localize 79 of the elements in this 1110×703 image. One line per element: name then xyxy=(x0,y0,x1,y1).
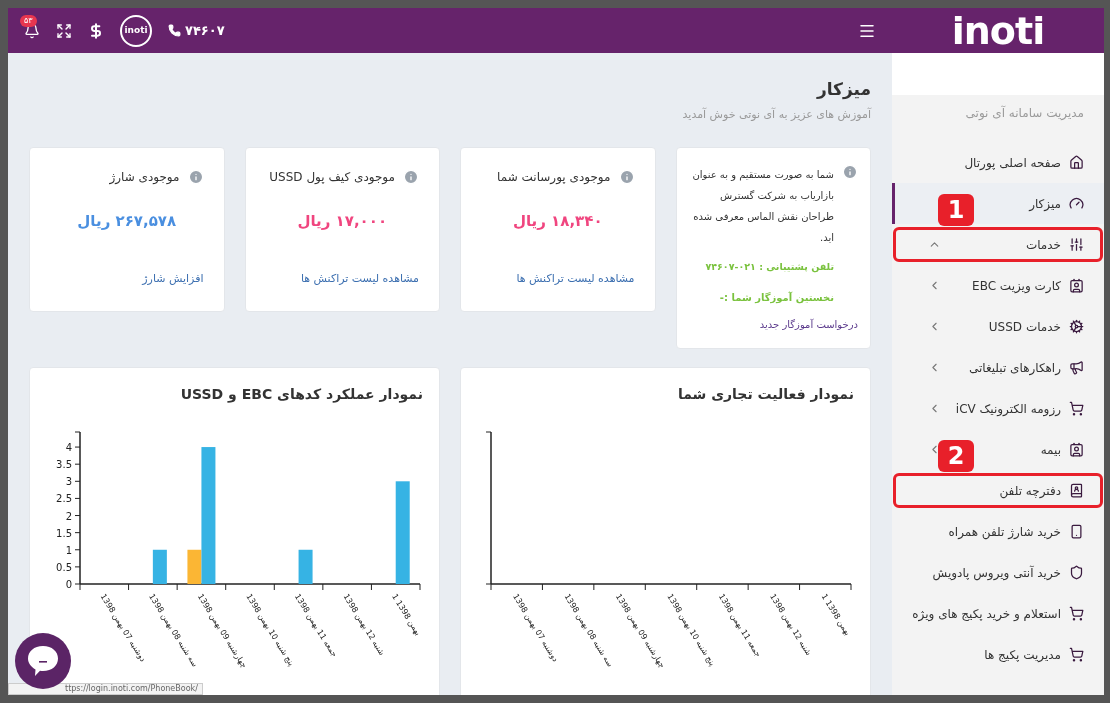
sidebar-item[interactable]: راهکارهای تبلیغاتی xyxy=(968,358,1084,377)
notification-count: ۵۳ xyxy=(20,14,37,27)
y-tick-label: 4 xyxy=(65,442,72,454)
mentor-text: نخستین آموزگار شما :- xyxy=(718,290,835,306)
x-tick-label: دوشنبه 07 بهمن 1398 xyxy=(511,592,560,664)
page-title: میزکار xyxy=(815,78,871,102)
sidebar-item[interactable]: میزکار xyxy=(1029,194,1084,213)
phone-number[interactable]: ۷۴۶۰۷ xyxy=(168,20,225,41)
menu-item-icon xyxy=(1069,524,1084,539)
y-tick-label: 3.5 xyxy=(56,459,72,471)
page-subtitle: آموزش های عزیز به آی نوتی خوش آمدید xyxy=(681,106,871,123)
y-tick-label: 3 xyxy=(65,476,72,488)
menu-item-icon xyxy=(1069,319,1084,334)
menu-item-icon xyxy=(1069,647,1084,662)
fullscreen-icon[interactable] xyxy=(56,22,72,39)
menu-item-icon xyxy=(1069,442,1084,457)
y-tick-label: 1 xyxy=(65,545,72,556)
sidebar-item[interactable]: دفترچه تلفن xyxy=(999,481,1084,500)
logo: inoti xyxy=(951,11,1045,50)
sidebar-item[interactable]: رزومه الکترونیک iCV xyxy=(955,399,1084,418)
x-tick-label: 1 بهمن 1398 xyxy=(390,592,423,638)
info-icon xyxy=(403,169,419,185)
menu-item-icon xyxy=(1069,155,1084,170)
sidebar-item[interactable]: بیمه xyxy=(1040,440,1084,459)
sidebar-item[interactable]: کارت ویزیت EBC xyxy=(972,276,1084,295)
x-tick-label: جمعه 11 بهمن 1398 xyxy=(716,592,763,659)
phone-icon xyxy=(168,24,181,37)
x-tick-label: شنبه 12 بهمن 1398 xyxy=(341,592,387,658)
support-phone: تلفن پشتیبانی : ۰۲۱-۷۴۶۰۷ xyxy=(704,260,835,275)
brand-badge[interactable]: inoti xyxy=(120,14,152,47)
menu-item-icon xyxy=(1069,278,1084,293)
sidebar-item[interactable]: صفحه اصلی پورتال xyxy=(964,153,1084,172)
menu-item-icon xyxy=(1069,237,1084,252)
sidebar-item[interactable]: خدمات xyxy=(1025,235,1084,254)
info-text: شما به صورت مستقیم و به عنوان بازاریاب به شرکت گسترش طراحان نقش الماس معرفی شده اید. xyxy=(691,168,834,245)
status-url: ttps://login.inoti.com/PhoneBook/ xyxy=(8,683,203,695)
sidebar-item[interactable]: خرید آنتی ویروس پادویش xyxy=(932,563,1084,582)
info-icon xyxy=(618,169,635,185)
sidebar-item[interactable]: مدیریت پکیج ها xyxy=(984,645,1084,664)
menu-item-icon xyxy=(1069,360,1084,375)
menu-item-icon xyxy=(1069,401,1084,416)
menu-item-icon xyxy=(1069,483,1084,498)
y-tick-label: 2 xyxy=(65,510,72,522)
menu-item-icon xyxy=(1069,606,1084,621)
step-badge: 1 xyxy=(938,194,974,226)
bar xyxy=(152,550,167,585)
chart-title: نمودار عملکرد کدهای EBC و USSD xyxy=(179,385,424,405)
balance-value: ۲۶۷,۵۷۸ ریال xyxy=(77,211,177,232)
sidebar-item[interactable]: استعلام و خرید پکیج های ویژه xyxy=(912,604,1084,623)
card-title: موجودی پورسانت شما xyxy=(497,169,611,186)
x-tick-label: 1 بهمن 1398 xyxy=(819,592,853,638)
x-tick-label: پنج شنبه 10 بهمن 1398 xyxy=(665,592,717,668)
x-tick-label: دوشنبه 07 بهمن 1398 xyxy=(98,592,148,664)
info-icon xyxy=(187,169,204,185)
sidebar-heading: مدیریت سامانه آی نوتی xyxy=(964,104,1085,122)
x-tick-label: شنبه 12 بهمن 1398 xyxy=(768,592,814,658)
card-link[interactable]: مشاهده لیست تراکنش ها xyxy=(477,270,639,287)
y-tick-label: 0.5 xyxy=(56,562,72,574)
dollar-icon[interactable] xyxy=(88,22,104,39)
y-tick-label: 2.5 xyxy=(56,493,72,505)
step-badge: 2 xyxy=(938,440,974,472)
card-link[interactable]: مشاهده لیست تراکنش ها xyxy=(261,270,423,287)
card-link[interactable]: افزایش شارژ xyxy=(46,270,208,287)
chart-title: نمودار فعالیت تجاری شما xyxy=(676,385,855,405)
sidebar-item[interactable]: خدمات USSD xyxy=(988,317,1084,336)
menu-item-icon xyxy=(1069,565,1084,580)
new-mentor-link[interactable]: درخواست آموزگار جدید xyxy=(688,317,858,333)
y-tick-label: 0 xyxy=(65,579,72,591)
balance-value: ۱۸,۳۴۰ ریال xyxy=(512,211,603,232)
sidebar-item[interactable]: خرید شارژ تلفن همراه xyxy=(948,522,1084,541)
card-title: موجودی شارژ xyxy=(109,169,180,186)
menu-item-icon xyxy=(1069,196,1084,211)
info-icon xyxy=(842,164,858,180)
balance-value: ۱۷,۰۰۰ ریال xyxy=(297,211,388,232)
x-tick-label: سه شنبه 08 بهمن 1398 xyxy=(562,592,615,669)
card-title: موجودی کیف پول USSD xyxy=(269,169,395,186)
bar xyxy=(298,550,313,585)
y-tick-label: 1.5 xyxy=(56,527,72,539)
x-tick-label: چهارشنبه 09 بهمن 1398 xyxy=(613,592,667,670)
